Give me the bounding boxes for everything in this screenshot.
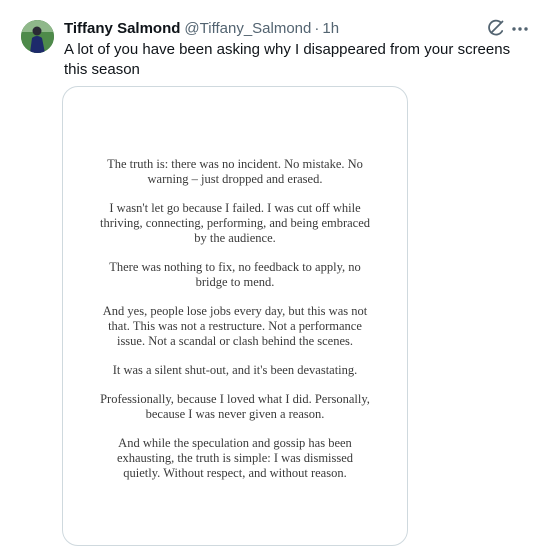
statement-paragraph: I wasn't let go because I failed. I was …: [99, 201, 371, 245]
statement-paragraph: And while the speculation and gossip has…: [116, 436, 354, 480]
statement-paragraph: The truth is: there was no incident. No …: [107, 157, 363, 186]
author-name[interactable]: Tiffany Salmond: [64, 20, 180, 37]
statement-paragraph: Professionally, because I loved what I d…: [100, 392, 370, 421]
avatar-image: [21, 20, 54, 53]
timestamp[interactable]: 1h: [322, 20, 339, 37]
more-icon[interactable]: [510, 18, 530, 38]
image-statement-text: The truth is: there was no incident. No …: [97, 157, 373, 495]
avatar[interactable]: [21, 20, 54, 53]
statement-paragraph: And yes, people lose jobs every day, but…: [102, 304, 368, 348]
author-handle[interactable]: @Tiffany_Salmond: [184, 20, 311, 37]
statement-paragraph: There was nothing to fix, no feedback to…: [109, 260, 361, 289]
tweet-header: Tiffany Salmond @Tiffany_Salmond · 1h: [64, 20, 339, 40]
separator-dot: ·: [314, 20, 320, 37]
statement-paragraph: It was a silent shut-out, and it's been …: [112, 363, 358, 377]
tweet-image[interactable]: The truth is: there was no incident. No …: [62, 86, 408, 546]
tweet: Tiffany Salmond @Tiffany_Salmond · 1h A …: [0, 0, 534, 546]
grok-icon[interactable]: [486, 18, 506, 38]
tweet-text: A lot of you have been asking why I disa…: [64, 41, 511, 78]
